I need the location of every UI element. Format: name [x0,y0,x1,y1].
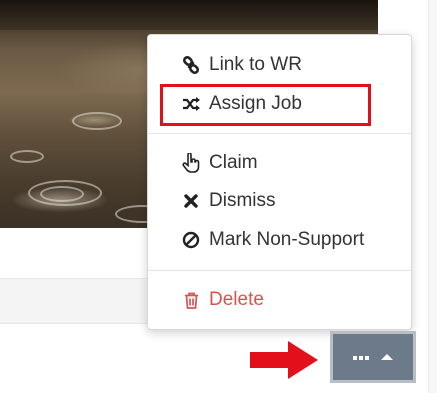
menu-divider [148,133,411,134]
menu-item-delete[interactable]: Delete [148,282,411,318]
scrollbar[interactable] [428,0,437,393]
menu-divider [148,270,411,271]
menu-item-link-to-wr[interactable]: Link to WR [148,47,411,83]
caret-up-icon [381,348,393,366]
menu-item-dismiss[interactable]: Dismiss [148,183,411,219]
more-actions-button[interactable] [330,331,416,383]
menu-item-mark-non-support[interactable]: Mark Non-Support [148,222,411,258]
menu-item-label: Link to WR [209,54,302,75]
ban-icon [182,231,200,249]
link-icon [182,56,200,74]
x-icon [182,192,200,210]
actions-dropdown-menu: Link to WR Assign Job Claim Dismiss Mark… [147,34,412,330]
hand-pointer-icon [182,153,200,173]
trash-icon [182,291,200,309]
menu-item-label: Dismiss [209,190,276,211]
highlight-annotation-box [160,84,371,126]
red-arrow-annotation [250,341,318,379]
ellipsis-icon [353,348,369,366]
menu-item-label: Mark Non-Support [209,229,365,250]
menu-item-label: Claim [209,152,258,173]
menu-item-claim[interactable]: Claim [148,145,411,181]
menu-item-label: Delete [209,289,264,310]
